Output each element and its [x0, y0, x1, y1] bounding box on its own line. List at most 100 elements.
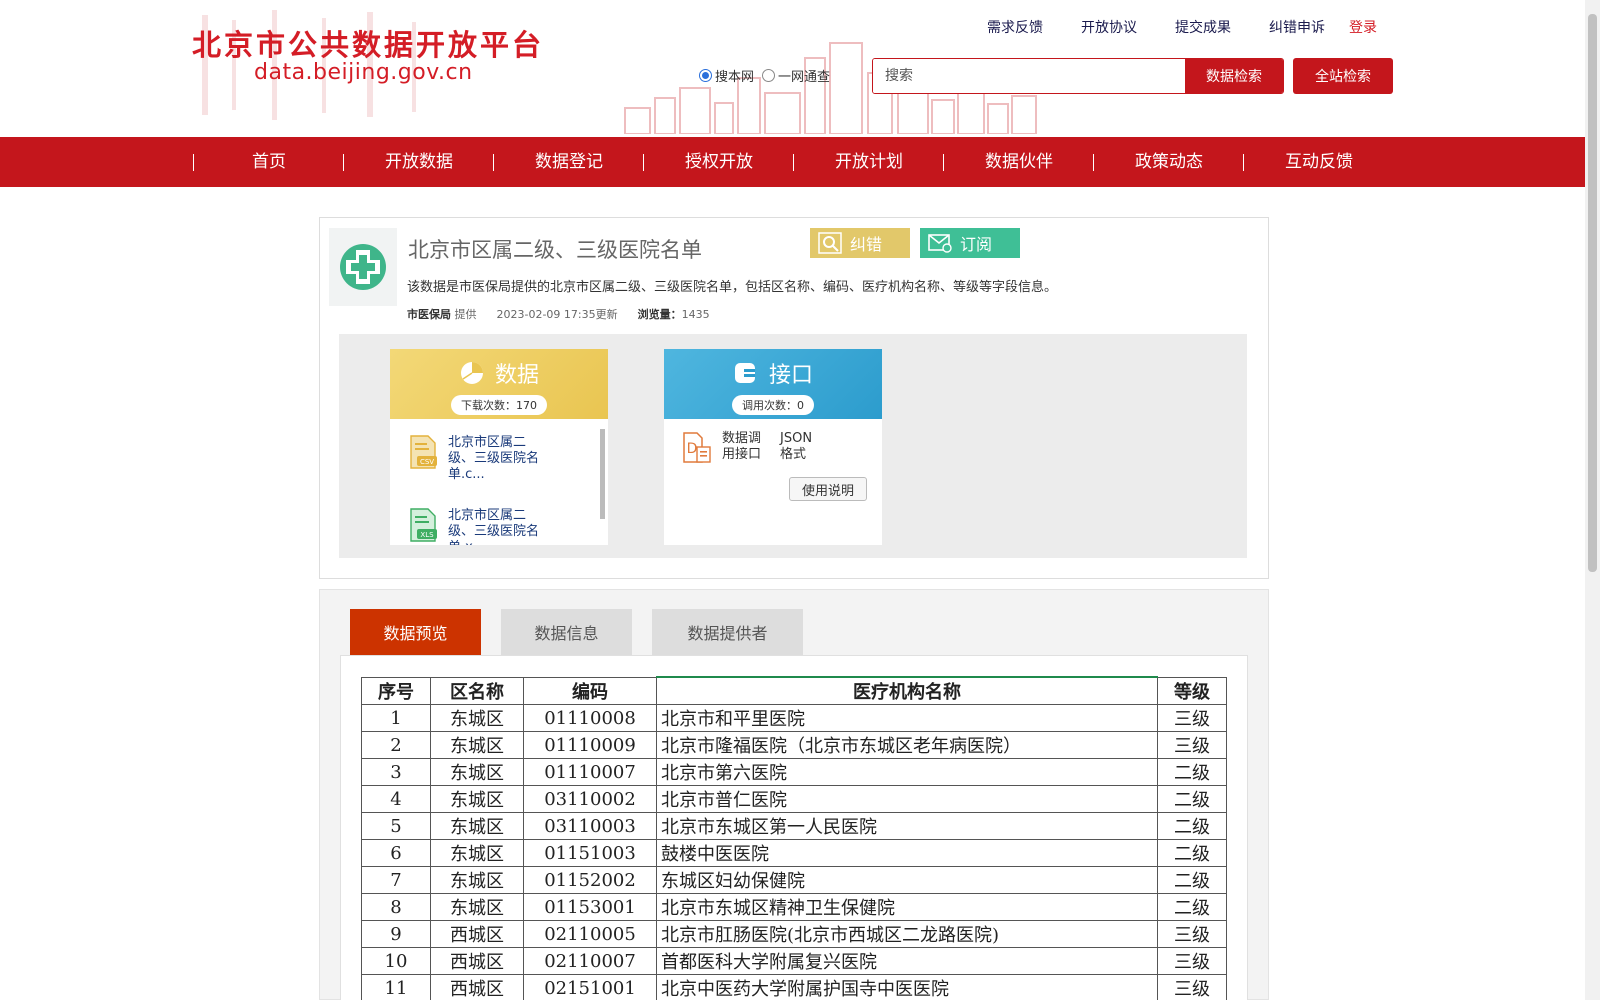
- api-panel-title: 接口: [768, 363, 813, 388]
- hospital-cross-icon: [329, 228, 397, 306]
- search-icon: [818, 232, 842, 254]
- update-time: 2023-02-09 17:35更新: [496, 308, 618, 321]
- table-cell: 02110007: [523, 947, 657, 975]
- table-cell: 二级: [1157, 785, 1227, 813]
- usage-instructions-button[interactable]: 使用说明: [789, 477, 867, 501]
- table-cell: 北京中医药大学附属护国寺中医医院: [656, 974, 1158, 1000]
- table-cell: 北京市东城区第一人民医院: [656, 812, 1158, 840]
- table-cell: 01110008: [523, 704, 657, 732]
- table-cell: 二级: [1157, 812, 1227, 840]
- nav-data-registration[interactable]: 数据登记: [504, 137, 634, 187]
- site-url[interactable]: data.beijing.gov.cn: [254, 60, 473, 85]
- table-cell: 北京市肛肠医院(北京市西城区二龙路医院): [656, 920, 1158, 948]
- dataset-description: 该数据是市医保局提供的北京市区属二级、三级医院名单，包括区名称、编码、医疗机构名…: [407, 280, 1058, 295]
- data-panel-title: 数据: [494, 363, 539, 388]
- table-row: 8 东城区 01153001 北京市东城区精神卫生保健院 二级: [361, 893, 1227, 921]
- file-list-scroll-thumb[interactable]: [600, 429, 605, 519]
- link-open-agreement[interactable]: 开放协议: [1081, 17, 1137, 37]
- login-link[interactable]: 登录: [1349, 17, 1377, 37]
- nav-authorized-open[interactable]: 授权开放: [654, 137, 784, 187]
- link-submit-results[interactable]: 提交成果: [1175, 17, 1231, 37]
- link-correction-appeal[interactable]: 纠错申诉: [1269, 17, 1325, 37]
- radio-all[interactable]: [762, 69, 776, 82]
- tabs-section: 数据预览 数据信息 数据提供者 序号 区名称 编码 医疗机构名称 等级 1 东城区…: [319, 589, 1269, 1000]
- search-scope-radios: 搜本网 一网通查: [699, 66, 838, 85]
- resource-panels: 数据 下载次数：170 CSV 北京市区属二级、三级医院名单.c... XLS …: [339, 334, 1247, 558]
- tab-data-provider[interactable]: 数据提供者: [652, 609, 803, 655]
- search-input[interactable]: [873, 59, 1185, 93]
- table-cell: 东城区: [430, 758, 524, 786]
- views-label: 浏览量：: [637, 308, 682, 321]
- nav-interactive-feedback[interactable]: 互动反馈: [1254, 137, 1384, 187]
- table-row: 5 东城区 03110003 北京市东城区第一人民医院 二级: [361, 812, 1227, 840]
- table-cell: 东城区: [430, 704, 524, 732]
- table-cell: 2: [361, 731, 431, 759]
- download-count: 下载次数：170: [451, 395, 547, 415]
- table-row: 1 东城区 01110008 北京市和平里医院 三级: [361, 704, 1227, 732]
- mail-icon: [928, 234, 952, 253]
- data-search-button[interactable]: 数据检索: [1185, 59, 1283, 93]
- api-info: D 数据调用接口 JSON格式: [682, 431, 820, 465]
- table-cell: 02151001: [523, 974, 657, 1000]
- data-preview-table: 序号 区名称 编码 医疗机构名称 等级 1 东城区 01110008 北京市和平里医院…: [361, 676, 1227, 1000]
- nav-open-plan[interactable]: 开放计划: [804, 137, 934, 187]
- column-header: 医疗机构名称: [656, 676, 1158, 705]
- table-cell: 11: [361, 974, 431, 1000]
- nav-home[interactable]: 首页: [204, 137, 334, 187]
- nav-separator: [1093, 154, 1094, 171]
- table-cell: 5: [361, 812, 431, 840]
- provider-name[interactable]: 市医保局: [407, 308, 451, 321]
- pie-chart-icon: [460, 362, 483, 384]
- nav-separator: [343, 154, 344, 171]
- column-header: 编码: [523, 676, 657, 705]
- dataset-title: 北京市区属二级、三级医院名单: [408, 238, 702, 262]
- call-count: 调用次数：0: [732, 395, 814, 415]
- file-name-csv[interactable]: 北京市区属二级、三级医院名单.c...: [448, 435, 548, 483]
- table-row: 7 东城区 01152002 东城区妇幼保健院 二级: [361, 866, 1227, 894]
- file-name-xls[interactable]: 北京市区属二级、三级医院名单.x...: [448, 508, 548, 545]
- table-row: 9 西城区 02110005 北京市肛肠医院(北京市西城区二龙路医院) 三级: [361, 920, 1227, 948]
- table-cell: 01152002: [523, 866, 657, 894]
- csv-file-icon: CSV: [410, 435, 437, 469]
- subscribe-button[interactable]: 订阅: [920, 228, 1020, 258]
- table-cell: 西城区: [430, 920, 524, 948]
- data-panel: 数据 下载次数：170 CSV 北京市区属二级、三级医院名单.c... XLS …: [390, 349, 608, 545]
- full-site-search-button[interactable]: 全站检索: [1293, 58, 1393, 94]
- svg-text:XLS: XLS: [420, 531, 434, 539]
- link-demand-feedback[interactable]: 需求反馈: [987, 17, 1043, 37]
- table-cell: 北京市和平里医院: [656, 704, 1158, 732]
- nav-policy-news[interactable]: 政策动态: [1104, 137, 1234, 187]
- table-cell: 3: [361, 758, 431, 786]
- table-cell: 1: [361, 704, 431, 732]
- file-item-csv[interactable]: CSV 北京市区属二级、三级医院名单.c...: [408, 435, 548, 483]
- table-row: 3 东城区 01110007 北京市第六医院 二级: [361, 758, 1227, 786]
- table-row: 10 西城区 02110007 首都医科大学附属复兴医院 三级: [361, 947, 1227, 975]
- page: 北京市公共数据开放平台 data.beijing.gov.cn 需求反馈 开放协…: [0, 0, 1600, 1000]
- radio-local-option[interactable]: 搜本网: [699, 66, 754, 85]
- table-cell: 01110007: [523, 758, 657, 786]
- table-cell: 北京市隆福医院（北京市东城区老年病医院）: [656, 731, 1158, 759]
- table-cell: 北京市普仁医院: [656, 785, 1158, 813]
- radio-local[interactable]: [699, 69, 712, 82]
- nav-open-data[interactable]: 开放数据: [354, 137, 484, 187]
- table-cell: 6: [361, 839, 431, 867]
- table-cell: 三级: [1157, 974, 1227, 1000]
- table-cell: 三级: [1157, 947, 1227, 975]
- table-cell: 东城区: [430, 812, 524, 840]
- tab-data-preview[interactable]: 数据预览: [350, 609, 481, 655]
- table-cell: 三级: [1157, 731, 1227, 759]
- nav-data-partners[interactable]: 数据伙伴: [954, 137, 1084, 187]
- site-title[interactable]: 北京市公共数据开放平台: [192, 22, 544, 64]
- tab-data-info[interactable]: 数据信息: [501, 609, 632, 655]
- table-cell: 01110009: [523, 731, 657, 759]
- file-item-xls[interactable]: XLS 北京市区属二级、三级医院名单.x...: [408, 508, 548, 545]
- radio-all-label: 一网通查: [778, 70, 831, 85]
- table-cell: 北京市东城区精神卫生保健院: [656, 893, 1158, 921]
- api-label: 数据调用接口: [722, 431, 762, 462]
- radio-all-option[interactable]: 一网通查: [762, 66, 830, 85]
- site-header: 北京市公共数据开放平台 data.beijing.gov.cn 需求反馈 开放协…: [0, 0, 1585, 134]
- page-scroll-thumb[interactable]: [1588, 14, 1597, 572]
- table-row: 11 西城区 02151001 北京中医药大学附属护国寺中医医院 三级: [361, 974, 1227, 1000]
- correct-button[interactable]: 纠错: [810, 228, 910, 258]
- table-cell: 东城区: [430, 785, 524, 813]
